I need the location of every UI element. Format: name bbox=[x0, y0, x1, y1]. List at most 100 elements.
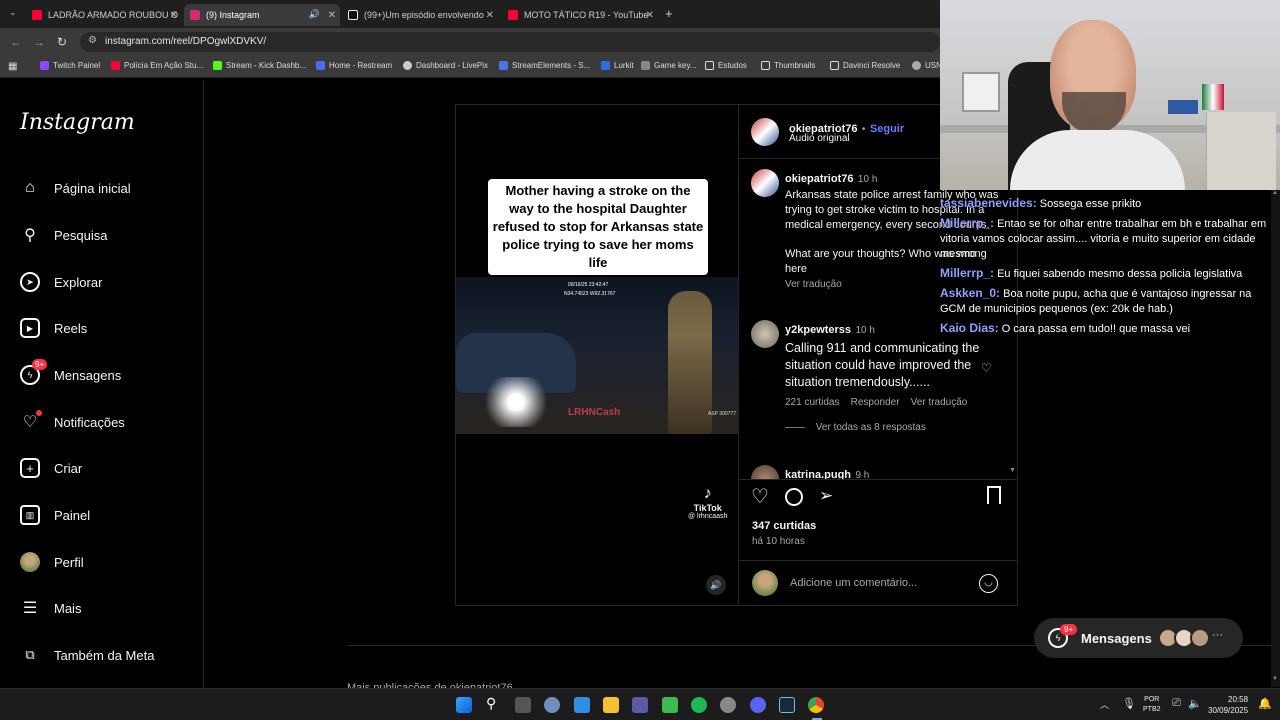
bookmark-folder-thumbnails[interactable]: Thumbnails bbox=[761, 61, 815, 70]
microphone-icon[interactable]: 🎙 bbox=[1122, 697, 1136, 710]
mute-toggle-icon[interactable]: 🔊 bbox=[706, 575, 726, 595]
nav-label: Painel bbox=[54, 507, 91, 523]
close-tab-icon[interactable]: ✕ bbox=[486, 10, 494, 21]
steam-icon[interactable] bbox=[779, 697, 795, 713]
tab-tiktok[interactable]: (99+)Um episódio envolvendo ✕ bbox=[342, 4, 498, 26]
likes-count[interactable]: 347 curtidas bbox=[752, 520, 816, 532]
bookmark-streamelements[interactable]: StreamElements - S... bbox=[499, 61, 590, 70]
reload-icon[interactable]: ↻ bbox=[57, 35, 67, 49]
comment-avatar[interactable] bbox=[751, 320, 779, 348]
bookmark-lurkit[interactable]: Lurkit bbox=[601, 61, 634, 70]
comment-avatar[interactable] bbox=[751, 465, 779, 479]
bookmark-folder-estudos[interactable]: Estudos bbox=[705, 61, 747, 70]
back-icon[interactable]: ← bbox=[10, 35, 22, 49]
nav-create[interactable]: + Criar bbox=[20, 458, 82, 478]
photos-icon[interactable] bbox=[574, 697, 590, 713]
nav-also-from-meta[interactable]: ⧉ Também da Meta bbox=[20, 645, 154, 665]
app-icon[interactable] bbox=[632, 697, 648, 713]
share-icon[interactable]: ➢ bbox=[819, 486, 833, 506]
nav-home[interactable]: ⌂ Página inicial bbox=[20, 178, 131, 198]
comment-username[interactable]: y2kpewterss bbox=[785, 324, 851, 336]
follow-button[interactable]: Seguir bbox=[870, 123, 904, 135]
comment-like-icon[interactable]: ♡ bbox=[981, 361, 992, 375]
save-icon[interactable] bbox=[987, 486, 1001, 504]
network-icon[interactable]: ⎚ bbox=[1172, 697, 1181, 710]
speaker-icon[interactable]: 🔊 bbox=[309, 9, 320, 20]
livepix-icon bbox=[403, 61, 412, 70]
messages-pill[interactable]: ϟ 9+ Mensagens ··· bbox=[1034, 618, 1243, 658]
caption-author-avatar[interactable] bbox=[751, 169, 779, 197]
new-tab-button[interactable]: + bbox=[665, 6, 673, 21]
tab-youtube-1[interactable]: LADRÃO ARMADO ROUBOU O ✕ bbox=[26, 4, 182, 26]
author-avatar[interactable] bbox=[751, 118, 779, 146]
bookmark-kick[interactable]: Stream - Kick Dashb... bbox=[213, 61, 306, 70]
chrome-icon[interactable] bbox=[808, 697, 824, 713]
volume-icon[interactable]: 🔈 bbox=[1188, 697, 1202, 710]
lurkit-icon bbox=[601, 61, 610, 70]
more-icon[interactable]: ··· bbox=[1212, 629, 1223, 641]
nav-reels[interactable]: ▶ Reels bbox=[20, 318, 87, 338]
bookmark-gamekey[interactable]: Game key... bbox=[641, 61, 697, 70]
nav-label: Página inicial bbox=[54, 180, 131, 196]
url-field[interactable]: ⚙ instagram.com/reel/DPOgwlXDVKV/ bbox=[80, 32, 940, 52]
tab-list-chevron-icon[interactable]: ⌄ bbox=[9, 7, 17, 18]
reel-video[interactable]: Mother having a stroke on the way to the… bbox=[456, 105, 738, 605]
app-icon[interactable] bbox=[662, 697, 678, 713]
apps-grid-icon[interactable]: ▦ bbox=[8, 61, 17, 72]
clock-time[interactable]: 20:58 bbox=[1208, 694, 1248, 705]
caption-time: 10 h bbox=[857, 174, 878, 185]
drawer-unit bbox=[1206, 112, 1276, 190]
comment-username[interactable]: katrina.pugh bbox=[785, 469, 851, 479]
scroll-down-arrow-icon[interactable]: ▼ bbox=[1009, 467, 1016, 474]
language-indicator[interactable]: POR bbox=[1143, 695, 1161, 705]
caption-username[interactable]: okiepatriot76 bbox=[785, 173, 853, 185]
file-explorer-icon[interactable] bbox=[603, 697, 619, 713]
start-icon[interactable] bbox=[456, 697, 472, 713]
comment-likes[interactable]: 221 curtidas bbox=[785, 397, 839, 408]
view-replies[interactable]: Ver todas as 8 respostas bbox=[785, 422, 985, 433]
bookmark-twitch[interactable]: Twitch Painel bbox=[40, 61, 100, 70]
tab-instagram[interactable]: (9) Instagram 🔊 ✕ bbox=[184, 4, 340, 26]
audio-label[interactable]: Áudio original bbox=[789, 133, 850, 144]
notification-bell-icon[interactable]: 🔔 bbox=[1258, 697, 1272, 710]
scroll-down-arrow-icon[interactable]: ▼ bbox=[1272, 676, 1278, 682]
reply-button[interactable]: Responder bbox=[851, 397, 900, 408]
bookmark-restream[interactable]: Home - Restream bbox=[316, 61, 392, 70]
bookmark-folder-davinci[interactable]: Davinci Resolve bbox=[830, 61, 900, 70]
close-tab-icon[interactable]: ✕ bbox=[646, 10, 654, 21]
comment-icon[interactable] bbox=[785, 488, 803, 506]
translate-link[interactable]: Ver tradução bbox=[911, 397, 968, 408]
tab-youtube-2[interactable]: MOTO TÁTICO R19 - YouTube ✕ bbox=[502, 4, 658, 26]
spotify-icon[interactable] bbox=[691, 697, 707, 713]
task-view-icon[interactable] bbox=[515, 697, 531, 713]
tray-chevron-icon[interactable]: ︿ bbox=[1100, 698, 1109, 711]
headlight-glare bbox=[486, 377, 546, 427]
settings-icon[interactable] bbox=[544, 697, 560, 713]
tab-title: (99+)Um episódio envolvendo bbox=[364, 10, 484, 20]
bookmark-usn[interactable]: USN bbox=[912, 61, 942, 70]
like-icon[interactable]: ♡ bbox=[751, 484, 769, 509]
bookmark-livepix[interactable]: Dashboard - LivePix bbox=[403, 61, 488, 70]
nav-search[interactable]: ⚲ Pesquisa bbox=[20, 225, 107, 245]
folder-icon bbox=[705, 61, 714, 70]
forward-icon[interactable]: → bbox=[33, 35, 45, 49]
bookmark-policia[interactable]: Polícia Em Ação Stu... bbox=[111, 61, 203, 70]
site-info-icon[interactable]: ⚙ bbox=[88, 35, 97, 46]
app-icon[interactable] bbox=[720, 697, 736, 713]
close-tab-icon[interactable]: ✕ bbox=[170, 10, 178, 21]
keyboard-layout[interactable]: PTB2 bbox=[1143, 705, 1161, 715]
nav-dashboard[interactable]: ▥ Painel bbox=[20, 505, 90, 525]
nav-explore[interactable]: ➤ Explorar bbox=[20, 272, 102, 292]
nav-notifications[interactable]: ♡ Notificações bbox=[20, 410, 125, 432]
nav-more[interactable]: ☰ Mais bbox=[20, 598, 82, 618]
search-icon[interactable]: ⚲ bbox=[486, 695, 502, 711]
comment-input[interactable]: Adicione um comentário... bbox=[790, 577, 917, 589]
contact-avatar bbox=[1190, 628, 1210, 648]
close-tab-icon[interactable]: ✕ bbox=[328, 10, 336, 21]
discord-icon[interactable] bbox=[750, 697, 766, 713]
emoji-icon[interactable]: ◡ bbox=[979, 574, 998, 593]
clock-date[interactable]: 30/09/2025 bbox=[1208, 705, 1248, 716]
nav-messages[interactable]: ϟ 9+ Mensagens bbox=[20, 359, 121, 385]
nav-profile[interactable]: Perfil bbox=[20, 552, 84, 572]
instagram-logo[interactable]: Instagram bbox=[20, 110, 135, 135]
